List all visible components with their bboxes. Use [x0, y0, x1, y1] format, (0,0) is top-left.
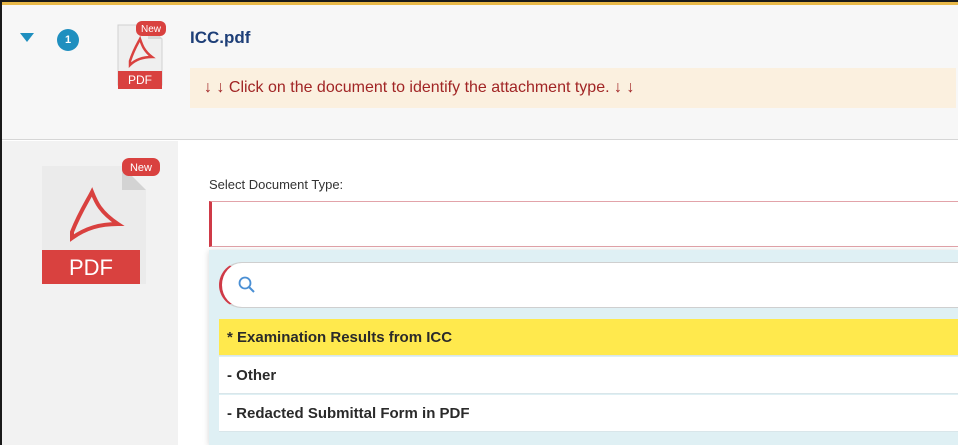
- document-type-select[interactable]: [209, 201, 958, 247]
- attachment-count-badge: 1: [57, 29, 79, 51]
- pdf-label-large: PDF: [69, 255, 113, 280]
- select-document-type-label: Select Document Type:: [209, 177, 344, 192]
- collapse-toggle-icon[interactable]: [20, 33, 34, 42]
- pdf-file-icon[interactable]: PDF New: [114, 21, 166, 91]
- new-badge: New: [141, 24, 162, 35]
- option-examination-results[interactable]: * Examination Results from ICC: [219, 319, 958, 356]
- pdf-label: PDF: [128, 73, 152, 87]
- option-other[interactable]: - Other: [219, 357, 958, 394]
- new-badge-large: New: [130, 162, 152, 174]
- option-redacted-submittal-form[interactable]: - Redacted Submittal Form in PDF: [219, 395, 958, 432]
- search-icon: [238, 276, 255, 293]
- file-name-link[interactable]: ICC.pdf: [190, 28, 250, 48]
- dropdown-search-input[interactable]: [262, 270, 952, 300]
- instruction-notice: ↓ ↓ Click on the document to identify th…: [190, 68, 956, 108]
- pdf-document-preview-icon[interactable]: PDF New: [42, 158, 164, 286]
